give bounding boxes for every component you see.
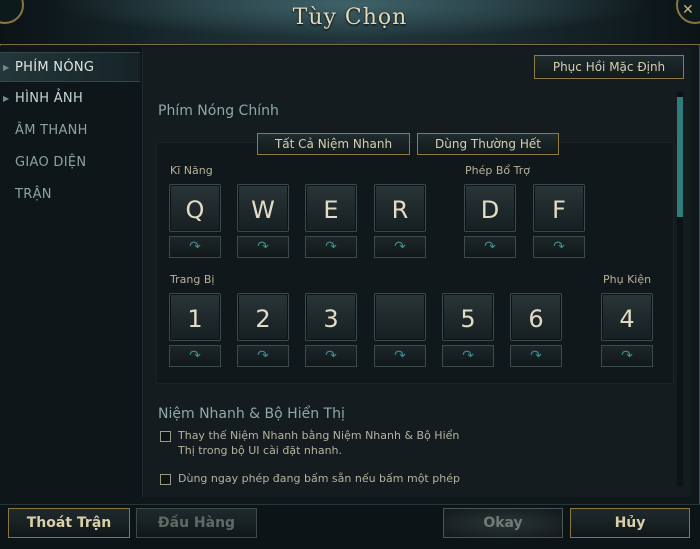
restore-defaults-button[interactable]: Phục Hồi Mặc Định	[534, 55, 684, 79]
key-label: Q	[169, 184, 221, 232]
key-label: F	[533, 184, 585, 232]
okay-button[interactable]: Okay	[443, 508, 563, 538]
curved-arrow-icon[interactable]: ↷	[374, 236, 426, 258]
item-key-empty[interactable]: ↷	[374, 293, 426, 369]
curved-arrow-icon[interactable]: ↷	[305, 236, 357, 258]
key-label	[374, 293, 426, 341]
curved-arrow-icon[interactable]: ↷	[533, 236, 585, 258]
item-key-2[interactable]: 2 ↷	[237, 293, 289, 369]
quit-game-button[interactable]: Thoát Trận	[8, 508, 130, 538]
curved-arrow-icon[interactable]: ↷	[442, 345, 494, 367]
sidebar-item-label: ÂM THANH	[15, 123, 88, 138]
curved-arrow-icon[interactable]: ↷	[237, 236, 289, 258]
key-label: 3	[305, 293, 357, 341]
summoner-group-label: Phép Bổ Trợ	[465, 164, 530, 177]
curved-arrow-icon[interactable]: ↷	[374, 345, 426, 367]
skill-key-e[interactable]: E ↷	[305, 184, 357, 260]
hotkeys-section-title: Phím Nóng Chính	[158, 103, 279, 119]
item-key-3[interactable]: 3 ↷	[305, 293, 357, 369]
sidebar-item-hotkeys[interactable]: ▶ PHÍM NÓNG	[0, 52, 140, 82]
sidebar-item-label: PHÍM NÓNG	[15, 60, 95, 75]
items-group-label: Trang Bị	[170, 273, 215, 286]
curved-arrow-icon[interactable]: ↷	[237, 345, 289, 367]
item-key-6[interactable]: 6 ↷	[510, 293, 562, 369]
key-label: W	[237, 184, 289, 232]
cancel-button[interactable]: Hủy	[570, 508, 690, 538]
scrollbar-thumb[interactable]	[677, 97, 683, 217]
quickcast-section-title: Niệm Nhanh & Bộ Hiển Thị	[158, 406, 345, 422]
options-sidebar: ▶ PHÍM NÓNG ▶ HÌNH ẢNH ÂM THANH GIAO DIỆ…	[0, 46, 140, 504]
key-label: R	[374, 184, 426, 232]
normal-cast-all-button[interactable]: Dùng Thường Hết	[417, 133, 559, 155]
curved-arrow-icon[interactable]: ↷	[464, 236, 516, 258]
triangle-right-icon: ▶	[3, 63, 10, 72]
curved-arrow-icon[interactable]: ↷	[601, 345, 653, 367]
key-label: 6	[510, 293, 562, 341]
skill-key-w[interactable]: W ↷	[237, 184, 289, 260]
sidebar-item-label: HÌNH ẢNH	[15, 91, 84, 106]
quickcast-all-button[interactable]: Tất Cả Niệm Nhanh	[257, 133, 410, 155]
curved-arrow-icon[interactable]: ↷	[510, 345, 562, 367]
key-label: 1	[169, 293, 221, 341]
cast-preset-checkbox[interactable]	[160, 474, 171, 485]
item-key-1[interactable]: 1 ↷	[169, 293, 221, 369]
sidebar-item-interface[interactable]: GIAO DIỆN	[0, 148, 140, 178]
quickcast-indicator-checkbox[interactable]	[160, 431, 171, 442]
triangle-right-icon: ▶	[3, 94, 10, 103]
curved-arrow-icon[interactable]: ↷	[169, 236, 221, 258]
sidebar-item-label: TRẬN	[15, 187, 52, 202]
title-bar: Tùy Chọn ✕	[0, 0, 700, 45]
sidebar-item-label: GIAO DIỆN	[15, 155, 87, 170]
summoner-key-f[interactable]: F ↷	[533, 184, 585, 260]
close-icon: ✕	[682, 2, 694, 18]
trinket-group-label: Phụ Kiện	[603, 273, 652, 286]
item-key-5[interactable]: 5 ↷	[442, 293, 494, 369]
cast-preset-option-text: Dùng ngay phép đang bấm sẵn nếu bấm một …	[178, 472, 460, 485]
curved-arrow-icon[interactable]: ↷	[305, 345, 357, 367]
trinket-key-4[interactable]: 4 ↷	[601, 293, 653, 369]
skill-key-r[interactable]: R ↷	[374, 184, 426, 260]
sidebar-item-video[interactable]: ▶ HÌNH ẢNH	[0, 84, 140, 114]
key-label: 2	[237, 293, 289, 341]
curved-arrow-icon[interactable]: ↷	[169, 345, 221, 367]
key-label: E	[305, 184, 357, 232]
summoner-key-d[interactable]: D ↷	[464, 184, 516, 260]
quickcast-indicator-option-text: Thay thế Niệm Nhanh bằng Niệm Nhanh & Bộ…	[178, 429, 460, 457]
window-title: Tùy Chọn	[292, 5, 408, 30]
surrender-button[interactable]: Đầu Hàng	[136, 508, 257, 538]
skills-group-label: Kĩ Năng	[170, 164, 213, 177]
key-label: 4	[601, 293, 653, 341]
sidebar-item-sound[interactable]: ÂM THANH	[0, 116, 140, 146]
key-label: 5	[442, 293, 494, 341]
key-label: D	[464, 184, 516, 232]
skill-key-q[interactable]: Q ↷	[169, 184, 221, 260]
sidebar-item-game[interactable]: TRẬN	[0, 180, 140, 210]
